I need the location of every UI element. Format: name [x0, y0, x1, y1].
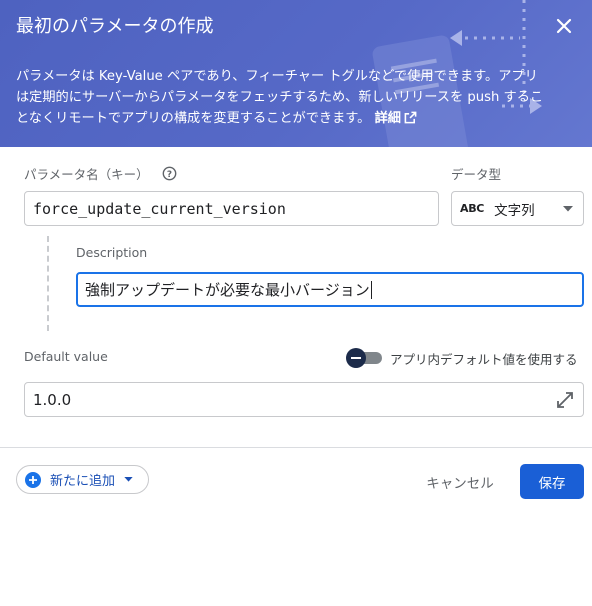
use-in-app-default-label: アプリ内デフォルト値を使用する — [390, 352, 578, 367]
text-cursor — [370, 280, 372, 299]
description-text: パラメータは Key-Value ペアであり、フィーチャー トグルなどで使用でき… — [16, 69, 544, 126]
help-icon[interactable]: ? — [162, 166, 177, 181]
details-link-label: 詳細 — [374, 111, 401, 126]
data-type-select[interactable]: ABC 文字列 — [451, 191, 584, 226]
expand-icon[interactable] — [555, 390, 575, 410]
dialog-title: 最初のパラメータの作成 — [16, 16, 214, 37]
create-parameter-dialog: 最初のパラメータの作成 パラメータは Key-Value ペアであり、フィーチャ… — [0, 0, 592, 606]
close-button[interactable] — [550, 12, 578, 40]
param-name-label: パラメータ名（キー） — [24, 167, 149, 182]
description-input[interactable]: 強制アップデートが必要な最小バージョン — [76, 272, 584, 307]
data-type-label: データ型 — [451, 167, 502, 182]
details-link[interactable]: 詳細 — [375, 111, 417, 126]
toggle-knob — [346, 348, 366, 368]
save-button[interactable]: 保存 — [520, 464, 584, 499]
description-label: Description — [76, 245, 148, 260]
add-new-button[interactable]: 新たに追加 — [16, 465, 149, 494]
param-name-input[interactable]: force_update_current_version — [24, 191, 439, 226]
chevron-down-icon — [124, 477, 133, 482]
close-icon — [556, 18, 572, 34]
description-indent-line — [47, 236, 49, 331]
string-type-icon: ABC — [460, 202, 485, 215]
default-value-input[interactable]: 1.0.0 — [24, 382, 584, 417]
use-in-app-default-toggle[interactable] — [346, 348, 384, 368]
data-type-value: 文字列 — [494, 202, 535, 219]
default-value-text: 1.0.0 — [33, 390, 72, 409]
dialog-header: 最初のパラメータの作成 パラメータは Key-Value ペアであり、フィーチャ… — [0, 0, 592, 147]
cancel-button[interactable]: キャンセル — [414, 465, 506, 498]
chevron-down-icon — [563, 206, 573, 212]
default-value-label: Default value — [24, 349, 108, 364]
external-link-icon — [404, 111, 417, 124]
plus-circle-icon — [25, 471, 41, 488]
dialog-description: パラメータは Key-Value ペアであり、フィーチャー トグルなどで使用でき… — [16, 66, 546, 129]
footer-divider — [0, 447, 592, 448]
description-value: 強制アップデートが必要な最小バージョン — [85, 281, 370, 299]
svg-text:?: ? — [167, 170, 172, 180]
add-new-label: 新たに追加 — [50, 474, 116, 489]
